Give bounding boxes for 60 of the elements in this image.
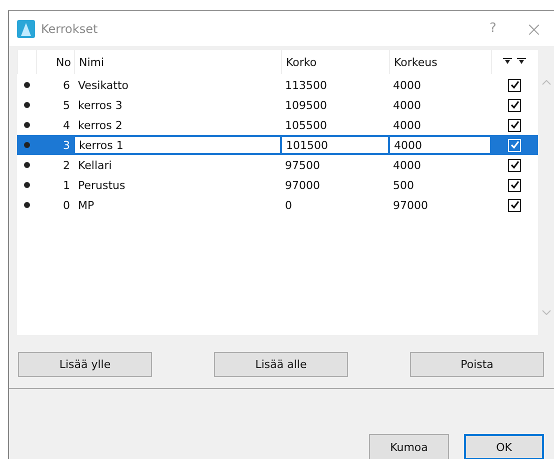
table-row[interactable]: 6 Vesikatto 113500 4000 bbox=[17, 75, 538, 95]
column-header[interactable]: No bbox=[36, 50, 74, 74]
filter-icon[interactable] bbox=[503, 58, 527, 66]
table-cell-text: Kellari bbox=[77, 158, 113, 174]
table-cell-text: Vesikatto bbox=[77, 78, 130, 94]
table-cell-text: 97000 bbox=[392, 198, 429, 214]
bullet-icon bbox=[24, 82, 30, 88]
table-cell-text: 105500 bbox=[284, 118, 328, 134]
bullet-icon bbox=[24, 162, 30, 168]
table-cell-text: 113500 bbox=[284, 78, 328, 94]
table-cell-text: 3 bbox=[62, 138, 71, 152]
table-cell-text: 0 bbox=[284, 198, 293, 214]
table-cell: 4000 bbox=[389, 136, 491, 154]
table-row[interactable]: 5 kerros 3 109500 4000 bbox=[17, 95, 538, 115]
bullet-icon bbox=[24, 142, 30, 148]
table-row[interactable]: 1 Perustus 97000 500 bbox=[17, 175, 538, 195]
ok-button[interactable]: OK bbox=[464, 434, 544, 459]
checkbox[interactable] bbox=[508, 78, 521, 92]
cancel-button[interactable]: Kumoa bbox=[369, 434, 449, 459]
table-cell-text: MP bbox=[77, 198, 96, 214]
bullet-icon bbox=[24, 202, 30, 208]
table-row[interactable]: 4 kerros 2 105500 4000 bbox=[17, 115, 538, 135]
checkbox[interactable] bbox=[508, 178, 521, 192]
table-row[interactable]: 0 MP 0 97000 bbox=[17, 195, 538, 215]
table-cell-text: kerros 2 bbox=[77, 118, 124, 134]
checkbox[interactable] bbox=[508, 118, 521, 132]
window-title: Kerrokset bbox=[41, 22, 99, 36]
action-button[interactable]: Poista bbox=[410, 352, 544, 377]
app-icon bbox=[17, 20, 35, 38]
table-cell-text: 1 bbox=[62, 178, 71, 192]
action-button[interactable]: Lisää alle bbox=[214, 352, 348, 377]
table-cell-text: 0 bbox=[62, 198, 71, 212]
table-cell-text: 4000 bbox=[392, 158, 422, 174]
column-header[interactable]: Korkeus bbox=[389, 50, 491, 74]
bullet-icon bbox=[24, 122, 30, 128]
table-cell-text: 109500 bbox=[284, 98, 328, 114]
table-cell: kerros 1 bbox=[74, 136, 281, 154]
table-cell-text: 500 bbox=[392, 178, 415, 194]
column-header[interactable]: Korko bbox=[281, 50, 389, 74]
table-cell-text: 6 bbox=[62, 78, 71, 92]
table-cell-text: 4000 bbox=[392, 78, 422, 94]
table-cell-text: 97500 bbox=[284, 158, 321, 174]
table-cell-text: Perustus bbox=[77, 178, 126, 194]
column-header[interactable]: Nimi bbox=[74, 50, 281, 74]
table-cell-text: 2 bbox=[62, 158, 71, 172]
checkbox[interactable] bbox=[508, 158, 521, 172]
table-cell-text: kerros 3 bbox=[77, 98, 124, 114]
table-row[interactable]: 2 Kellari 97500 4000 bbox=[17, 155, 538, 175]
table-cell-text: 4000 bbox=[392, 98, 422, 114]
table-cell: 101500 bbox=[281, 136, 389, 154]
table-cell-text: 4 bbox=[62, 118, 71, 132]
checkbox[interactable] bbox=[508, 98, 521, 112]
table-row[interactable]: 3 kerros 1 101500 4000 bbox=[17, 135, 538, 155]
bullet-icon bbox=[24, 102, 30, 108]
table-cell-text: 4000 bbox=[392, 118, 422, 134]
checkbox[interactable] bbox=[508, 198, 521, 212]
table-cell-text: 97000 bbox=[284, 178, 321, 194]
bullet-icon bbox=[24, 182, 30, 188]
action-button[interactable]: Lisää ylle bbox=[18, 352, 152, 377]
table-cell-text: 5 bbox=[62, 98, 71, 112]
